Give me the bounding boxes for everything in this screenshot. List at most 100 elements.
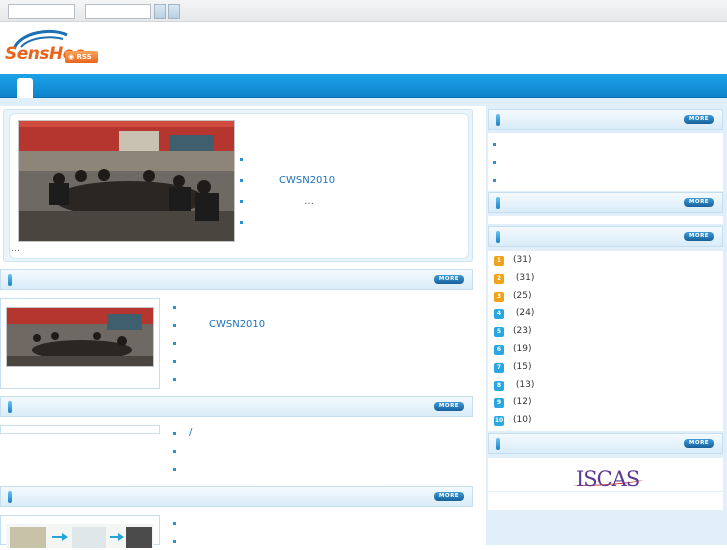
category-item[interactable]: 6 (19) xyxy=(493,341,534,359)
meeting-photo-image xyxy=(19,121,234,241)
register-button[interactable] xyxy=(168,4,180,19)
category-count: (25) xyxy=(513,290,532,301)
category-number-icon: 7 xyxy=(494,362,504,373)
list-item[interactable] xyxy=(173,370,265,388)
featured-ellipsis: … xyxy=(11,244,20,254)
sidebar-panel3-header: MORE xyxy=(488,226,723,247)
list-item[interactable] xyxy=(493,153,507,171)
sidebar-panel2-header: MORE xyxy=(488,192,723,213)
list-item[interactable] xyxy=(173,334,265,352)
news-thumbnail[interactable] xyxy=(6,307,154,367)
category-count: (23) xyxy=(513,326,532,337)
username-input[interactable] xyxy=(8,4,75,19)
right-sidebar: MORE MORE MORE 1 (31) 2 (31) 3 (25) 4 (24) 5 (2… xyxy=(486,106,727,545)
section2-list: / xyxy=(173,424,192,478)
list-item[interactable] xyxy=(173,460,192,478)
section-marker-icon xyxy=(8,401,12,413)
partner-logo-panel[interactable]: ISCAS xyxy=(488,458,723,491)
category-count: (24) xyxy=(513,308,535,319)
category-count: (31) xyxy=(513,272,535,283)
list-item[interactable]: CWSN2010 xyxy=(240,170,335,191)
category-count: (10) xyxy=(513,415,532,426)
category-count: (13) xyxy=(513,379,535,390)
category-item[interactable]: 9 (12) xyxy=(493,394,534,412)
category-count: (15) xyxy=(513,361,532,372)
panel3-more-button[interactable]: MORE xyxy=(684,232,714,241)
section2-header: MORE xyxy=(0,396,473,417)
news-list: CWSN2010 xyxy=(173,298,265,388)
list-item[interactable] xyxy=(173,442,192,460)
list-item[interactable] xyxy=(493,171,507,189)
section3-thumbnail-box xyxy=(0,515,160,548)
category-item[interactable]: 1 (31) xyxy=(493,252,534,270)
nav-tab-home[interactable] xyxy=(17,78,33,98)
section-marker-icon xyxy=(8,274,12,286)
section-marker-icon xyxy=(496,231,500,243)
list-item[interactable]: … xyxy=(240,191,335,212)
top-toolbar xyxy=(0,0,727,22)
category-number-icon: 8 xyxy=(494,380,504,391)
section-marker-icon xyxy=(496,438,500,450)
iscas-logo: ISCAS xyxy=(576,467,640,491)
panel1-more-button[interactable]: MORE xyxy=(684,115,714,124)
list-item[interactable] xyxy=(173,352,265,370)
category-number-icon: 3 xyxy=(494,291,504,302)
section-marker-icon xyxy=(8,491,12,503)
category-item[interactable]: 7 (15) xyxy=(493,359,534,377)
meeting-thumbnail-image xyxy=(7,308,153,366)
sidebar-panel2-body xyxy=(488,216,723,224)
category-number-icon: 10 xyxy=(494,416,504,427)
featured-photo[interactable] xyxy=(18,120,235,242)
category-item[interactable]: 4 (24) xyxy=(493,305,534,323)
featured-list: CWSN2010 … xyxy=(240,149,335,233)
password-input[interactable] xyxy=(85,4,151,19)
list-item[interactable] xyxy=(173,298,265,316)
section-marker-icon xyxy=(496,197,500,209)
login-button[interactable] xyxy=(154,4,166,19)
category-number-icon: 4 xyxy=(494,309,504,320)
panel1-list xyxy=(493,135,507,189)
category-count: (31) xyxy=(513,255,532,265)
section2-thumbnail-box xyxy=(0,425,160,434)
sub-nav xyxy=(0,98,727,106)
category-number-icon: 5 xyxy=(494,327,504,338)
list-item[interactable] xyxy=(173,514,187,532)
category-number-icon: 9 xyxy=(494,398,504,409)
rss-icon: ◉ xyxy=(68,53,77,61)
sidebar-panel1-body xyxy=(488,133,723,191)
rss-badge[interactable]: ◉ RSS xyxy=(65,51,98,63)
featured-news: CWSN2010 … xyxy=(3,109,473,262)
list-item[interactable] xyxy=(173,532,187,550)
category-count: (12) xyxy=(513,397,532,408)
section-marker-icon xyxy=(496,114,500,126)
sidebar-panel5-body xyxy=(488,492,723,510)
section2-more-button[interactable]: MORE xyxy=(434,402,464,411)
panel4-more-button[interactable]: MORE xyxy=(684,439,714,448)
category-item[interactable]: 2 (31) xyxy=(493,270,534,288)
news-more-button[interactable]: MORE xyxy=(434,275,464,284)
list-item[interactable] xyxy=(240,149,335,170)
category-number-icon: 2 xyxy=(494,273,504,284)
category-count: (19) xyxy=(513,343,532,354)
news-thumbnail-box xyxy=(0,298,160,389)
category-item[interactable]: 3 (25) xyxy=(493,288,534,306)
list-item[interactable]: / xyxy=(173,424,192,442)
category-item[interactable]: 5 (23) xyxy=(493,323,534,341)
sidebar-panel4-header: MORE xyxy=(488,433,723,454)
category-list: 1 (31) 2 (31) 3 (25) 4 (24) 5 (23) 6 (19) 7 (15) 8 (… xyxy=(493,252,534,430)
category-item[interactable]: 10 (10) xyxy=(493,412,534,430)
category-number-icon: 1 xyxy=(494,256,504,266)
category-number-icon: 6 xyxy=(494,344,504,355)
list-item[interactable] xyxy=(240,212,335,233)
sidebar-panel3-body: 1 (31) 2 (31) 3 (25) 4 (24) 5 (23) 6 (19) 7 (15) 8 (… xyxy=(488,251,723,431)
list-item[interactable]: CWSN2010 xyxy=(173,316,265,334)
site-logo[interactable]: SensHoc ◉ RSS xyxy=(5,29,105,69)
process-diagram-image[interactable] xyxy=(6,524,154,548)
sidebar-panel1-header: MORE xyxy=(488,109,723,130)
list-item[interactable] xyxy=(493,135,507,153)
featured-inner: CWSN2010 … xyxy=(9,113,469,259)
rss-label: RSS xyxy=(76,53,92,61)
panel2-more-button[interactable]: MORE xyxy=(684,198,714,207)
section3-more-button[interactable]: MORE xyxy=(434,492,464,501)
category-item[interactable]: 8 (13) xyxy=(493,377,534,395)
